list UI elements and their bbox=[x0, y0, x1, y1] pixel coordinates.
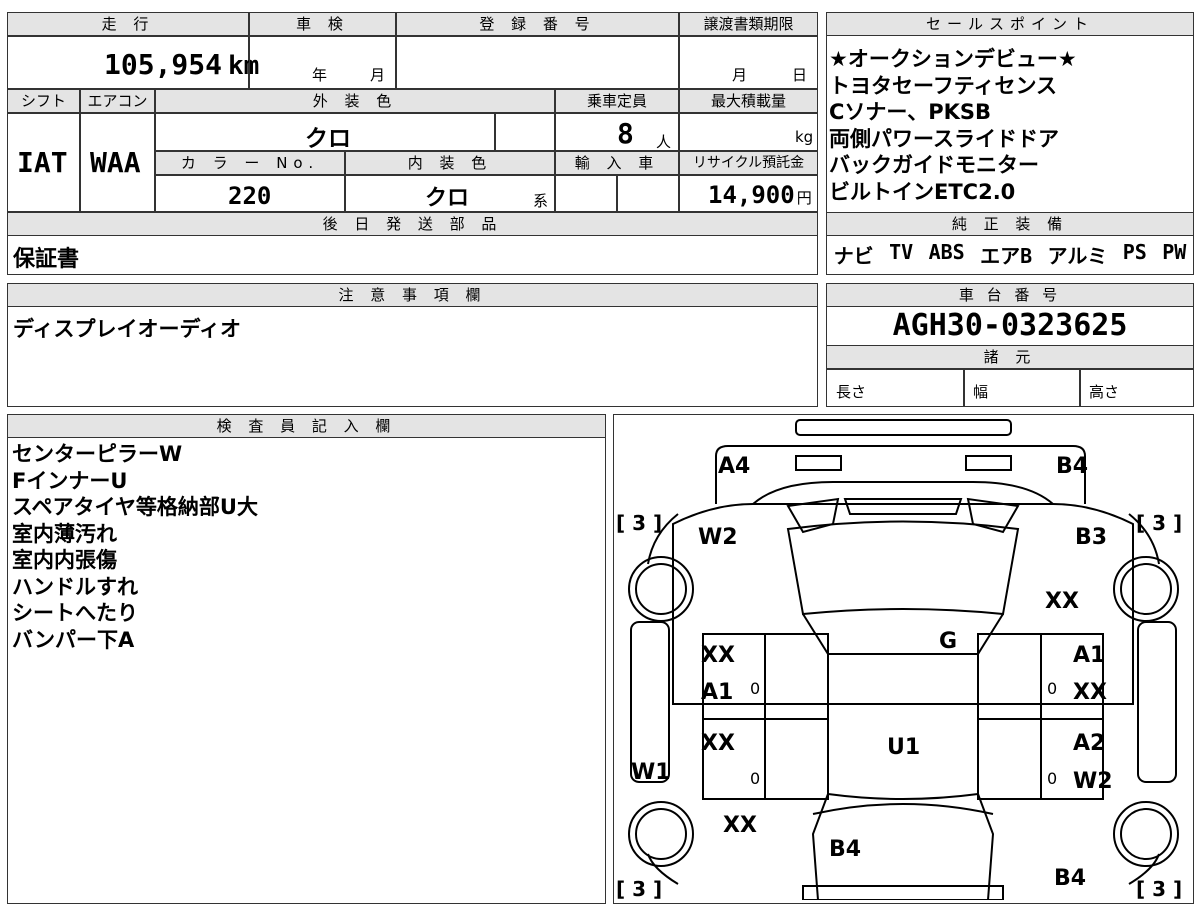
door-zero: 0 bbox=[1047, 679, 1057, 698]
mark-b4-rear: B4 bbox=[829, 837, 861, 862]
aircon-header: エアコン bbox=[80, 89, 155, 113]
tread-depth-tl: [ 3 ] bbox=[616, 511, 662, 535]
mark-xx-rf: XX bbox=[1073, 680, 1107, 705]
tread-depth-bl: [ 3 ] bbox=[616, 877, 662, 900]
equipment-item: アルミ bbox=[1047, 244, 1108, 268]
notes-value: ディスプレイオーディオ bbox=[13, 317, 242, 341]
mark-xx-rear-wheel: XX bbox=[723, 813, 757, 838]
genuine-equipment-row: ナビ TV ABS エアB アルミ PS PW bbox=[826, 240, 1194, 269]
inspector-note: ハンドルすれ bbox=[12, 574, 138, 599]
interior-color-header: 内 装 色 bbox=[345, 151, 555, 175]
mark-xx-lf: XX bbox=[701, 643, 735, 668]
inspector-note: FインナーU bbox=[12, 468, 128, 493]
genuine-equipment-header: 純 正 装 備 bbox=[826, 212, 1194, 236]
mark-g: G bbox=[939, 629, 957, 654]
mark-w2-left: W2 bbox=[698, 525, 738, 550]
capacity-value: 8 bbox=[617, 117, 634, 150]
sales-point: トヨタセーフティセンス bbox=[829, 73, 1058, 98]
recycle-fee-header: リサイクル預託金 bbox=[679, 151, 818, 175]
recycle-fee-number: 14,900 bbox=[708, 181, 795, 209]
mileage-header: 走 行 bbox=[7, 12, 249, 36]
sales-point: Cソナー、PKSB bbox=[829, 100, 991, 124]
mark-a1-lf: A1 bbox=[701, 680, 733, 705]
equipment-item: PW bbox=[1162, 240, 1187, 264]
tread-depth-tr: [ 3 ] bbox=[1136, 511, 1182, 535]
transfer-deadline-header: 譲渡書類期限 bbox=[679, 12, 818, 36]
sales-points-header: セールスポイント bbox=[826, 12, 1194, 36]
color-no-value: 220 bbox=[228, 182, 272, 210]
max-load-header: 最大積載量 bbox=[679, 89, 818, 113]
notes-header: 注 意 事 項 欄 bbox=[7, 283, 818, 307]
later-parts-header: 後 日 発 送 部 品 bbox=[7, 212, 818, 236]
door-zero: 0 bbox=[1047, 769, 1057, 788]
chassis-number-value: AGH30-0323625 bbox=[892, 308, 1128, 343]
max-load-unit: kg bbox=[795, 128, 814, 146]
capacity-header: 乗車定員 bbox=[555, 89, 679, 113]
mark-a1-rf: A1 bbox=[1073, 643, 1105, 668]
exterior-color-blank bbox=[495, 113, 555, 151]
door-zero: 0 bbox=[750, 769, 760, 788]
recycle-fee-unit: 円 bbox=[796, 189, 812, 207]
shift-value: IAT bbox=[17, 146, 68, 179]
mark-w1: W1 bbox=[631, 760, 671, 785]
mark-b4-top: B4 bbox=[1056, 454, 1088, 479]
registration-cell bbox=[396, 36, 679, 89]
inspector-note: 室内内張傷 bbox=[12, 548, 117, 572]
equipment-item: エアB bbox=[980, 244, 1033, 268]
deadline-day-label: 日 bbox=[792, 66, 808, 84]
inspector-note: センターピラーW bbox=[12, 442, 183, 466]
mark-b3: B3 bbox=[1075, 525, 1107, 550]
tread-depth-br: [ 3 ] bbox=[1136, 877, 1182, 900]
inspector-notes-list: センターピラーW FインナーU スペアタイヤ等格納部U大 室内薄汚れ 室内内張傷… bbox=[12, 441, 258, 653]
equipment-item: TV bbox=[889, 240, 914, 264]
sales-point: バックガイドモニター bbox=[829, 153, 1039, 177]
mark-xx-lr: XX bbox=[701, 731, 735, 756]
door-zero: 0 bbox=[750, 679, 760, 698]
sales-point: ★オークションデビュー★ bbox=[829, 47, 1077, 71]
recycle-fee-value: 14,900 円 bbox=[708, 181, 812, 209]
mileage-value: 105,954 km bbox=[104, 48, 259, 81]
sales-points-list: ★オークションデビュー★ トヨタセーフティセンス Cソナー、PKSB 両側パワー… bbox=[829, 46, 1077, 205]
mileage-number: 105,954 bbox=[104, 48, 223, 81]
car-damage-diagram: A4 B4 W2 B3 XX G XX A1 A1 XX XX U1 A2 W2… bbox=[616, 419, 1182, 900]
deadline-month-label: 月 bbox=[732, 66, 748, 84]
spec-width-label: 幅 bbox=[973, 383, 989, 401]
mark-a2: A2 bbox=[1073, 731, 1105, 756]
import-cell-b bbox=[617, 175, 679, 212]
mark-w2-rr: W2 bbox=[1073, 769, 1113, 794]
inspector-note: スペアタイヤ等格納部U大 bbox=[12, 495, 258, 519]
exterior-color-header: 外 装 色 bbox=[155, 89, 555, 113]
specs-header: 諸 元 bbox=[826, 345, 1194, 369]
spec-length-label: 長さ bbox=[836, 383, 867, 401]
sales-point: 両側パワースライドドア bbox=[829, 126, 1059, 151]
inspector-note: バンパー下A bbox=[12, 627, 135, 652]
chassis-number-header: 車 台 番 号 bbox=[826, 283, 1194, 307]
later-parts-value: 保証書 bbox=[13, 247, 80, 272]
mark-b4-rear-right: B4 bbox=[1054, 866, 1086, 891]
shaken-header: 車 検 bbox=[249, 12, 396, 36]
registration-header: 登 録 番 号 bbox=[396, 12, 679, 36]
capacity-unit: 人 bbox=[656, 133, 672, 151]
spec-height-label: 高さ bbox=[1089, 383, 1120, 401]
equipment-item: ABS bbox=[928, 240, 965, 264]
import-cell-a bbox=[555, 175, 617, 212]
inspector-header: 検 査 員 記 入 欄 bbox=[7, 414, 606, 438]
aircon-value: WAA bbox=[90, 146, 141, 179]
exterior-color-value: クロ bbox=[305, 126, 351, 152]
shaken-year-label: 年 bbox=[312, 66, 328, 84]
equipment-item: PS bbox=[1122, 240, 1147, 264]
inspector-note: シートへたり bbox=[12, 601, 138, 625]
interior-color-suffix: 系 bbox=[533, 192, 549, 210]
mark-u1: U1 bbox=[887, 735, 920, 760]
mark-a4: A4 bbox=[718, 454, 750, 479]
inspector-note: 室内薄汚れ bbox=[12, 521, 117, 546]
shaken-month-label: 月 bbox=[370, 66, 386, 84]
shift-header: シフト bbox=[7, 89, 80, 113]
equipment-item: ナビ bbox=[833, 244, 874, 268]
sales-point: ビルトインETC2.0 bbox=[829, 179, 1016, 204]
import-header: 輸 入 車 bbox=[555, 151, 679, 175]
interior-color-value: クロ bbox=[425, 186, 470, 211]
mark-xx-right-front: XX bbox=[1045, 589, 1079, 614]
color-no-header: カ ラ ー No. bbox=[155, 151, 345, 175]
